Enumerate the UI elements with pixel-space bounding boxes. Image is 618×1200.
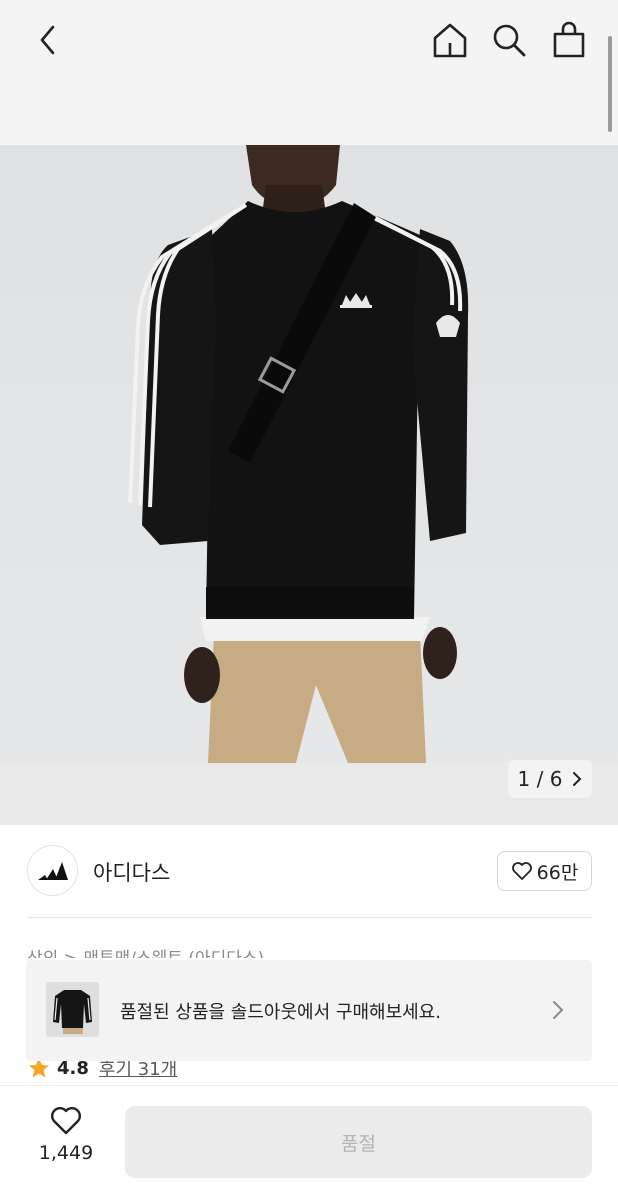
home-button[interactable] — [430, 20, 470, 60]
heart-icon — [51, 1107, 81, 1135]
soldout-promo-banner[interactable]: 품절된 상품을 솔드아웃에서 구매해보세요. — [26, 960, 592, 1061]
brand-logo[interactable] — [27, 845, 78, 896]
image-counter-button[interactable]: 1 / 6 — [508, 760, 592, 798]
shopping-bag-button[interactable] — [549, 20, 589, 60]
shopping-bag-icon — [553, 21, 585, 58]
search-button[interactable] — [489, 20, 529, 60]
banner-thumbnail — [46, 982, 99, 1037]
divider — [27, 917, 592, 918]
heart-icon — [511, 862, 532, 880]
product-page: 1 / 6 아디다스 66만 상의 > 맨투맨/스웨트 (아디다스) 4.8 후… — [0, 0, 618, 1200]
banner-text: 품절된 상품을 솔드아웃에서 구매해보세요. — [120, 1002, 441, 1023]
brand-row[interactable]: 아디다스 66만 — [0, 825, 618, 917]
wishlist-count: 1,449 — [38, 1142, 94, 1164]
search-icon — [493, 24, 526, 57]
top-navigation-bar — [0, 0, 618, 145]
brand-name[interactable]: 아디다스 — [93, 857, 170, 887]
sweatshirt-thumbnail-icon — [46, 982, 99, 1037]
scrollbar-thumb[interactable] — [608, 36, 612, 132]
chevron-left-icon — [40, 25, 55, 55]
brand-like-count: 66만 — [536, 861, 579, 884]
soldout-buy-button[interactable]: 품절 — [125, 1106, 592, 1178]
brand-like-button[interactable]: 66만 — [497, 851, 592, 891]
chevron-right-icon — [573, 772, 582, 786]
bottom-action-bar: 1,449 품절 — [0, 1085, 618, 1200]
back-button[interactable] — [28, 20, 68, 60]
wishlist-button[interactable]: 1,449 — [28, 1106, 104, 1176]
image-counter-text: 1 / 6 — [517, 767, 563, 791]
chevron-right-icon — [553, 1001, 564, 1019]
product-photo — [128, 145, 469, 763]
home-icon — [433, 23, 467, 58]
adidas-logo-icon — [37, 861, 68, 880]
product-image-carousel[interactable]: 1 / 6 — [0, 145, 618, 825]
